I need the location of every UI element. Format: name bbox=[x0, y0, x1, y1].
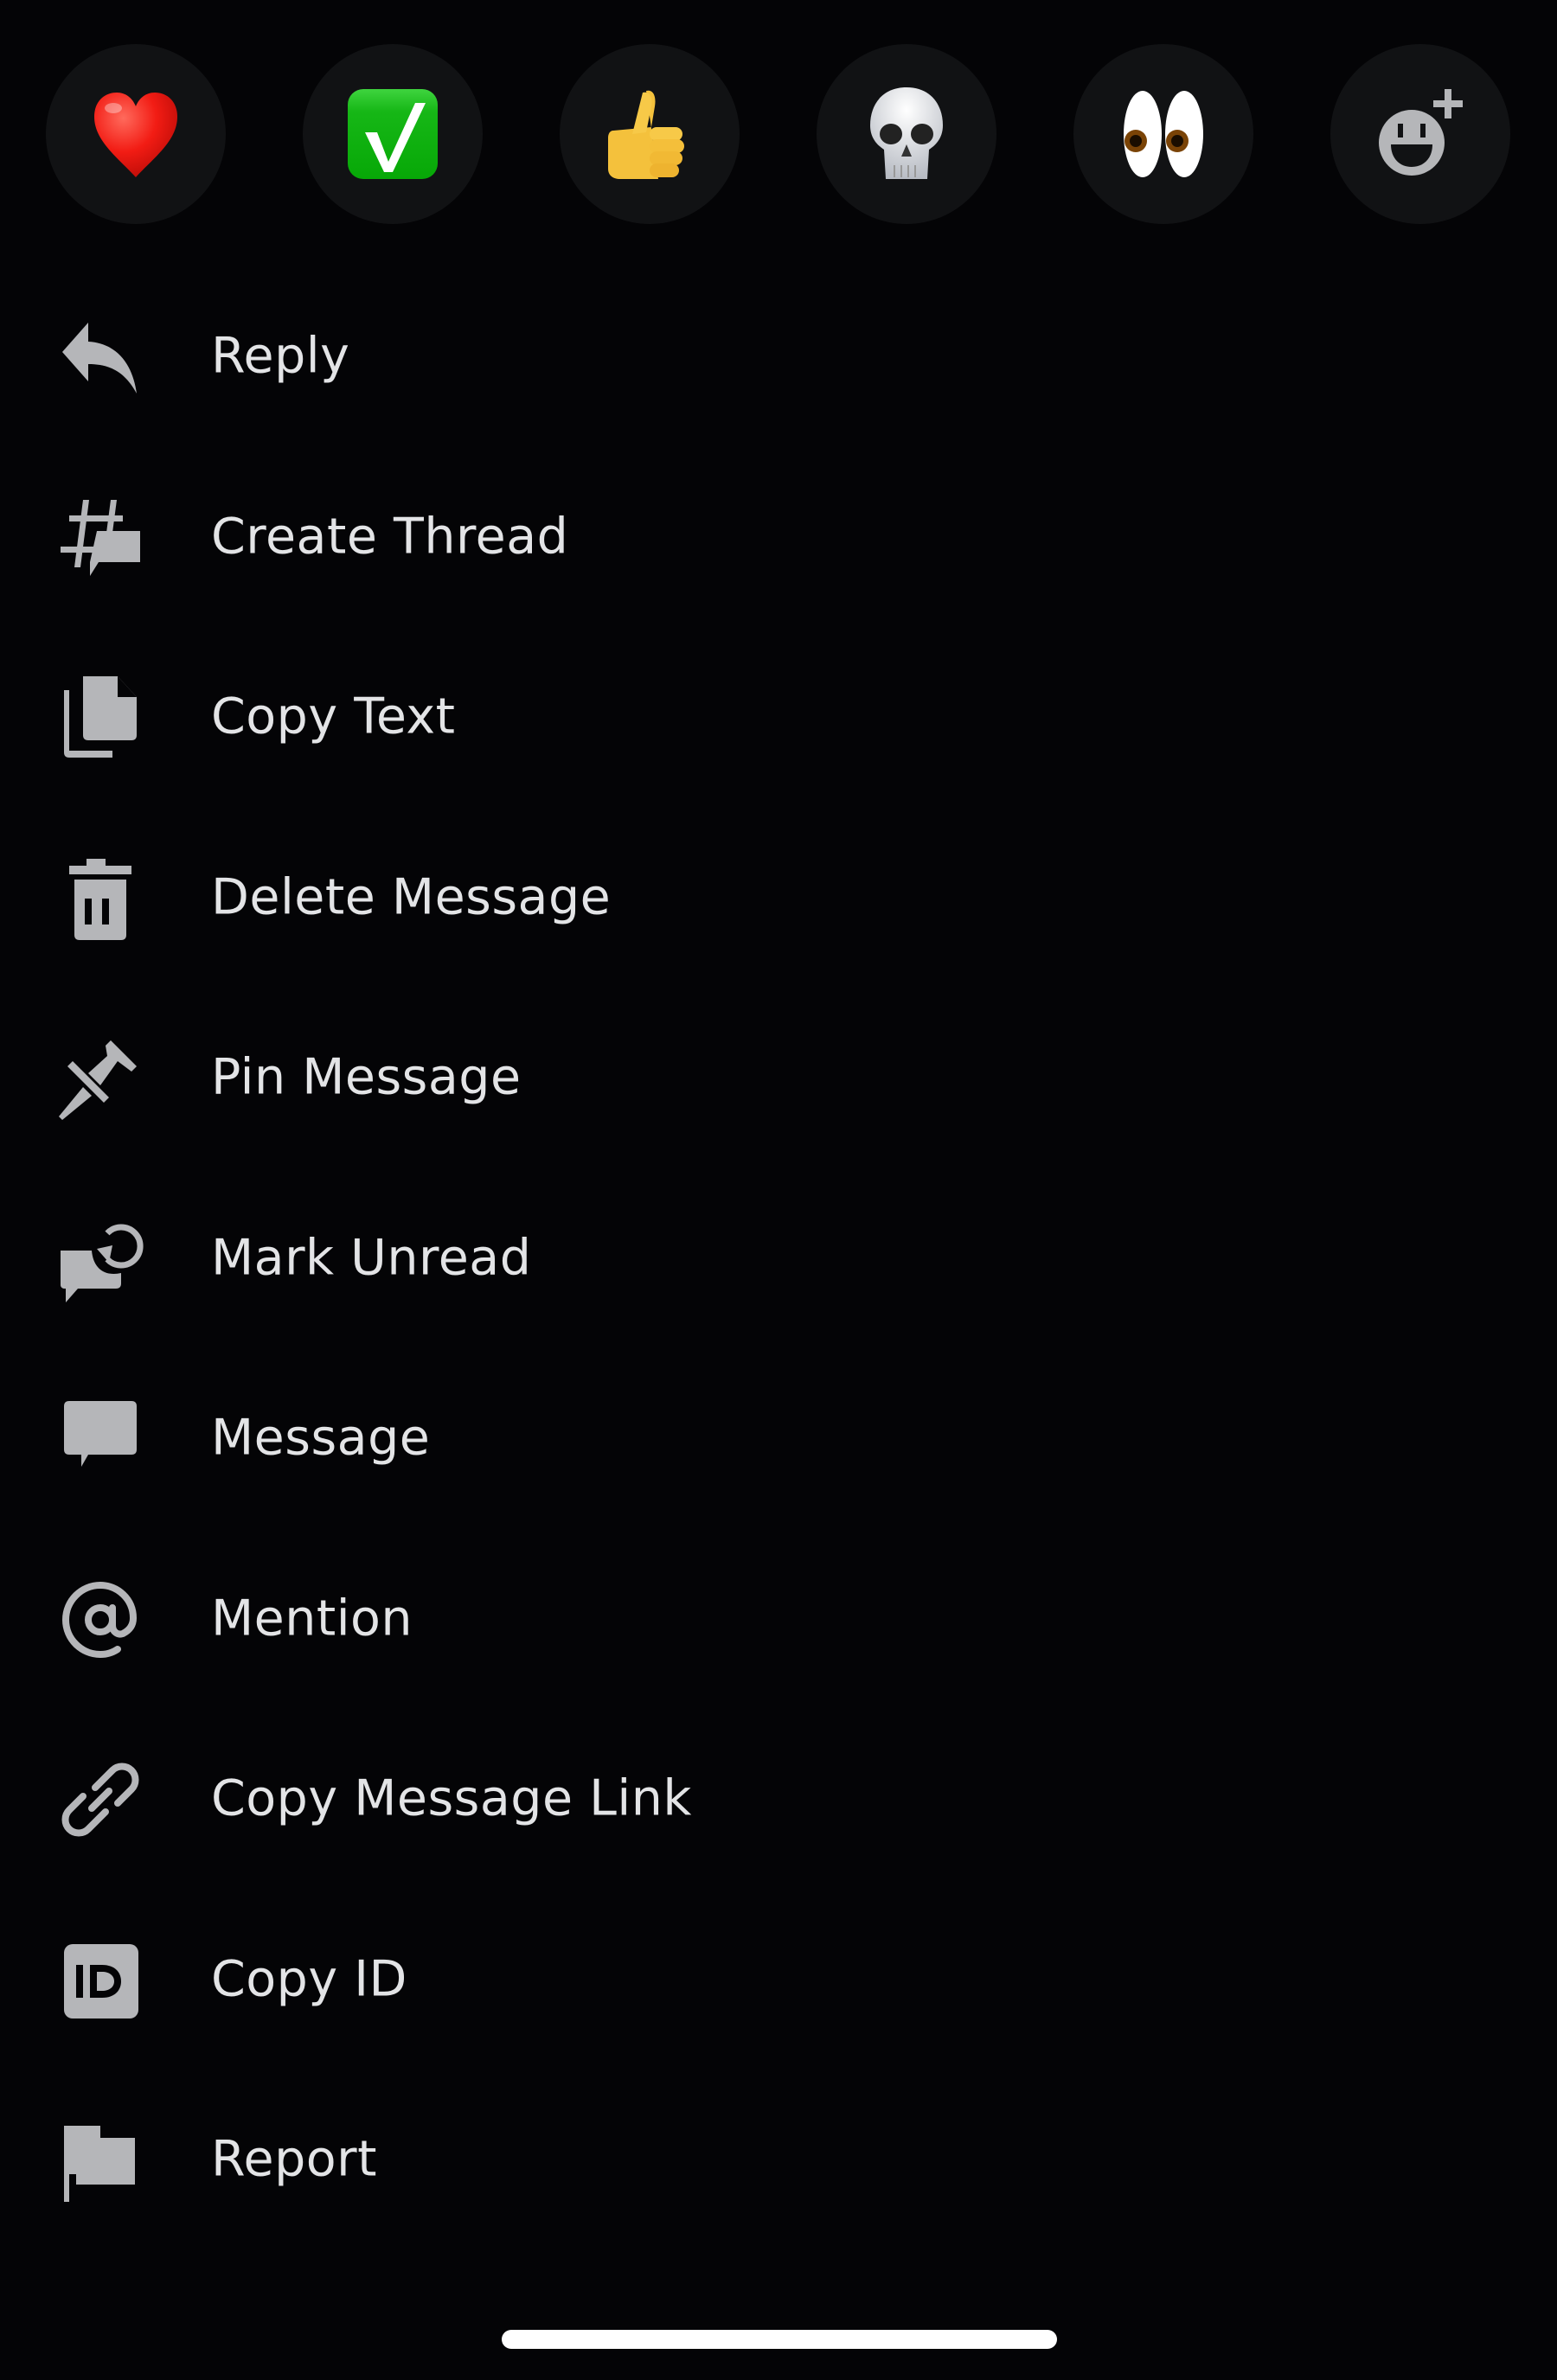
reaction-heart-button[interactable] bbox=[46, 44, 226, 224]
reaction-eyes-button[interactable] bbox=[1073, 44, 1253, 224]
pin-icon bbox=[57, 1035, 144, 1122]
menu-item-label: Message bbox=[211, 1409, 431, 1467]
menu-item-copy-text[interactable]: Copy Text bbox=[0, 628, 1557, 809]
menu-item-reply[interactable]: Reply bbox=[0, 267, 1557, 448]
trash-icon bbox=[57, 855, 144, 942]
menu-item-mention[interactable]: Mention bbox=[0, 1530, 1557, 1711]
menu-item-label: Mention bbox=[211, 1590, 413, 1647]
menu-item-label: Copy Text bbox=[211, 688, 456, 745]
menu-item-label: Copy ID bbox=[211, 1950, 407, 2008]
at-sign-icon bbox=[57, 1577, 144, 1663]
menu-item-message[interactable]: Message bbox=[0, 1349, 1557, 1530]
thread-icon bbox=[57, 495, 144, 581]
id-badge-icon bbox=[57, 1937, 144, 2024]
message-actions-menu: Reply Create Thread Copy Text Delete Mes… bbox=[0, 267, 1557, 2251]
add-reaction-button[interactable] bbox=[1330, 44, 1510, 224]
skull-icon bbox=[870, 87, 943, 179]
menu-item-copy-id[interactable]: Copy ID bbox=[0, 1891, 1557, 2071]
mark-unread-icon bbox=[57, 1216, 144, 1302]
menu-item-label: Copy Message Link bbox=[211, 1769, 692, 1827]
menu-item-report[interactable]: Report bbox=[0, 2070, 1557, 2251]
eyes-icon bbox=[1124, 91, 1203, 177]
copy-icon bbox=[57, 675, 144, 761]
menu-item-pin-message[interactable]: Pin Message bbox=[0, 988, 1557, 1169]
menu-item-label: Mark Unread bbox=[211, 1229, 532, 1287]
thumbs-up-icon bbox=[608, 90, 684, 179]
quick-reactions-bar bbox=[0, 44, 1557, 224]
menu-item-label: Reply bbox=[211, 327, 350, 385]
menu-item-copy-message-link[interactable]: Copy Message Link bbox=[0, 1710, 1557, 1891]
menu-item-delete-message[interactable]: Delete Message bbox=[0, 809, 1557, 989]
reaction-skull-button[interactable] bbox=[817, 44, 996, 224]
reply-icon bbox=[57, 314, 144, 400]
link-icon bbox=[57, 1756, 144, 1843]
add-reaction-icon bbox=[1379, 89, 1463, 176]
flag-icon bbox=[57, 2117, 144, 2204]
reaction-thumbs-up-button[interactable] bbox=[560, 44, 740, 224]
menu-item-label: Create Thread bbox=[211, 508, 569, 566]
red-heart-icon bbox=[94, 93, 177, 177]
menu-item-label: Pin Message bbox=[211, 1048, 522, 1106]
reaction-check-button[interactable] bbox=[303, 44, 483, 224]
chat-bubble-icon bbox=[57, 1396, 144, 1482]
menu-item-mark-unread[interactable]: Mark Unread bbox=[0, 1169, 1557, 1350]
menu-item-label: Report bbox=[211, 2130, 377, 2188]
home-indicator[interactable] bbox=[502, 2330, 1057, 2349]
menu-item-create-thread[interactable]: Create Thread bbox=[0, 448, 1557, 629]
check-mark-button-icon bbox=[348, 89, 438, 179]
menu-item-label: Delete Message bbox=[211, 868, 612, 926]
